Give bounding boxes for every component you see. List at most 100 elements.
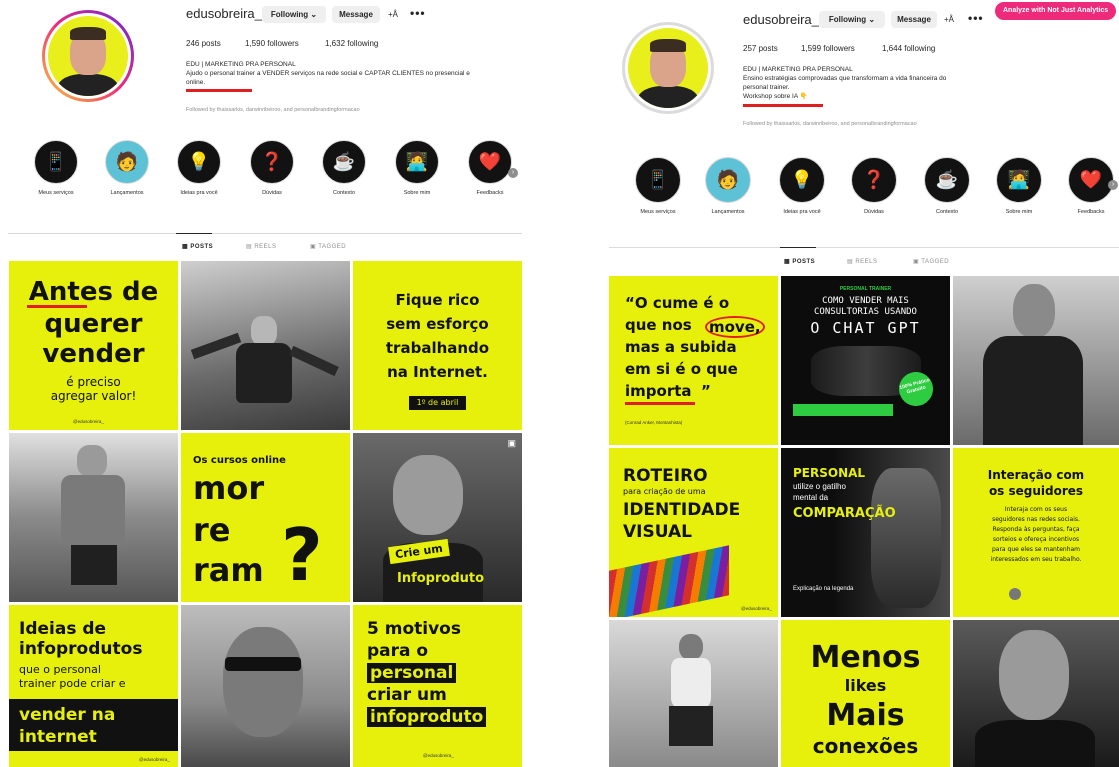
post-tile[interactable]: ROTEIRO para criação de uma IDENTIDADE V… xyxy=(609,448,778,617)
post-tile[interactable]: Fique rico sem esforço trabalhando na In… xyxy=(353,261,522,430)
post-tile-photo[interactable] xyxy=(181,261,350,430)
post-text: para criação de uma xyxy=(623,487,706,496)
post-text: VISUAL xyxy=(623,522,692,542)
post-text: para que eles se mantenham xyxy=(991,546,1081,553)
highlight-sobre-mim[interactable]: 🧑‍💻 Sobre mim xyxy=(391,140,443,196)
analyze-button[interactable]: Analyze with Not Just Analytics xyxy=(995,2,1117,20)
tag-icon: ▣ xyxy=(913,259,920,265)
tab-reels[interactable]: ▤ REELS xyxy=(246,243,277,250)
post-tile[interactable]: Ideias de infoprodutos que o personal tr… xyxy=(9,605,178,767)
highlight-feedbacks[interactable]: ❤️ Feedbacks xyxy=(464,140,516,196)
message-button[interactable]: Message xyxy=(891,11,937,28)
highlight-lancamentos[interactable]: 🧑 Lançamentos xyxy=(101,140,153,196)
message-button[interactable]: Message xyxy=(332,6,380,23)
question-icon: ❓ xyxy=(260,151,284,172)
chevron-right-icon[interactable]: › xyxy=(1108,180,1118,190)
phone-icon: 📱 xyxy=(44,151,68,172)
followers-count[interactable]: 1,590 followers xyxy=(245,39,299,48)
post-text: Fique rico xyxy=(395,291,480,309)
highlight-ideias[interactable]: 💡 Ideias pra você xyxy=(173,140,225,196)
highlight-meus-servicos[interactable]: 📱 Meus serviços xyxy=(30,140,82,196)
chevron-down-icon: ⌄ xyxy=(868,15,876,24)
post-text-circled: move, xyxy=(705,316,765,338)
post-text: Ideias de xyxy=(19,619,107,639)
post-tile-photo[interactable] xyxy=(953,276,1119,445)
bio-line: Ensino estratégias comprovadas que trans… xyxy=(743,75,947,82)
post-text: PERSONAL xyxy=(793,466,866,480)
bio-title: EDU | MARKETING PRA PERSONAL xyxy=(743,66,853,73)
post-tile[interactable]: Menos likes Mais conexões xyxy=(781,620,950,767)
more-options-icon[interactable]: ••• xyxy=(410,6,426,20)
highlight-duvidas[interactable]: ❓ Dúvidas xyxy=(246,140,298,196)
tab-tagged[interactable]: ▣ TAGGED xyxy=(913,258,949,265)
chevron-right-icon[interactable]: › xyxy=(508,168,518,178)
avatar-icon: 🧑‍💻 xyxy=(1007,169,1031,190)
active-tab-indicator xyxy=(780,247,816,248)
post-text: Interaja com os seus xyxy=(1004,506,1068,513)
post-text: vender na xyxy=(19,705,116,725)
post-text: Explicação na legenda xyxy=(793,586,854,592)
tab-posts[interactable]: ▦ POSTS xyxy=(182,243,213,250)
post-tile-photo[interactable] xyxy=(609,620,778,767)
add-user-icon[interactable]: +Å xyxy=(388,10,398,19)
following-button[interactable]: Following ⌄ xyxy=(262,6,326,23)
grid-icon: ▦ xyxy=(784,259,791,265)
post-tile-photo[interactable] xyxy=(181,605,350,767)
post-text: COMO VENDER MAIS xyxy=(822,296,909,306)
followed-by[interactable]: Followed by thaissarkis, darwinribeiroo,… xyxy=(186,107,360,113)
profile-panel-before: edusobreira_ Following ⌄ Message +Å ••• … xyxy=(0,0,530,767)
post-text: que o personal xyxy=(19,663,101,676)
post-tile-video[interactable]: Crie um Infoproduto ▣ xyxy=(353,433,522,602)
post-tile-photo[interactable] xyxy=(9,433,178,602)
question-icon: ❓ xyxy=(862,169,886,190)
post-text: internet xyxy=(19,727,97,747)
post-tile[interactable]: Interação com os seguidores Interaja com… xyxy=(953,448,1119,617)
followed-by[interactable]: Followed by thaissarkis, darwinribeiroo,… xyxy=(743,121,917,127)
profile-avatar[interactable] xyxy=(42,10,134,102)
underline-decoration xyxy=(625,402,695,405)
following-count[interactable]: 1,632 following xyxy=(325,39,378,48)
post-tile[interactable]: Antes de querer vender é preciso agregar… xyxy=(9,261,178,430)
highlight-lancamentos[interactable]: 🧑 Lançamentos xyxy=(700,157,756,215)
post-text: Menos xyxy=(810,640,921,675)
post-text: é preciso xyxy=(66,375,121,389)
post-tile[interactable]: PERSONAL TRAINER COMO VENDER MAIS CONSUL… xyxy=(781,276,950,445)
profile-panel-after: edusobreira_ Following ⌄ Message +Å ••• … xyxy=(600,0,1119,767)
post-text: mas a subida xyxy=(625,338,737,356)
post-tile[interactable]: PERSONAL utilize o gatilho mental da COM… xyxy=(781,448,950,617)
highlight-contexto[interactable]: ☕ Contexto xyxy=(919,157,975,215)
post-text: agregar valor! xyxy=(50,389,137,403)
post-text: personal xyxy=(367,663,457,683)
post-text: infoprodutos xyxy=(19,639,143,659)
tab-tagged[interactable]: ▣ TAGGED xyxy=(310,243,346,250)
tabs-divider xyxy=(609,247,1119,248)
highlight-meus-servicos[interactable]: 📱 Meus serviços xyxy=(630,157,686,215)
bio-line: Ajudo o personal trainer a VENDER serviç… xyxy=(186,70,470,77)
add-user-icon[interactable]: +Å xyxy=(944,15,954,24)
reel-icon: ▣ xyxy=(507,438,516,448)
tab-reels[interactable]: ▤ REELS xyxy=(847,258,878,265)
coffee-icon: ☕ xyxy=(935,169,959,190)
post-tile[interactable]: Os cursos online mor re ram ? xyxy=(181,433,350,602)
post-tile-photo[interactable] xyxy=(953,620,1119,767)
gap xyxy=(530,0,600,767)
following-button[interactable]: Following ⌄ xyxy=(819,11,885,28)
post-tile[interactable]: 5 motivos para o personal criar um infop… xyxy=(353,605,522,767)
posts-count: 246 posts xyxy=(186,39,221,48)
profile-avatar[interactable] xyxy=(622,22,714,114)
post-caption: (Conrad Anker, Montanhista) xyxy=(625,420,683,425)
more-options-icon[interactable]: ••• xyxy=(968,11,984,25)
highlight-contexto[interactable]: ☕ Contexto xyxy=(318,140,370,196)
post-text: ROTEIRO xyxy=(623,466,708,486)
post-text: criar um xyxy=(367,685,447,705)
followers-count[interactable]: 1,599 followers xyxy=(801,44,855,53)
post-tile[interactable]: “O cume é o que nos move, mas a subida e… xyxy=(609,276,778,445)
highlight-sobre-mim[interactable]: 🧑‍💻 Sobre mim xyxy=(991,157,1047,215)
post-text: infoproduto xyxy=(367,707,487,727)
highlight-ideias[interactable]: 💡 Ideias pra você xyxy=(774,157,830,215)
tab-posts[interactable]: ▦ POSTS xyxy=(784,258,815,265)
highlight-duvidas[interactable]: ❓ Dúvidas xyxy=(846,157,902,215)
post-text: CONSULTORIAS USANDO xyxy=(814,307,917,317)
sunglasses xyxy=(225,657,301,671)
following-count[interactable]: 1,644 following xyxy=(882,44,935,53)
